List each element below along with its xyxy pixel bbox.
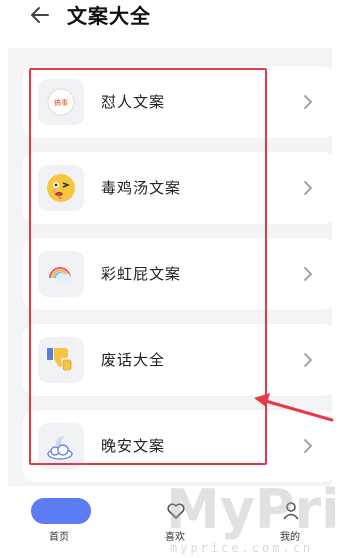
chevron-right-icon bbox=[304, 267, 312, 281]
watermark-logo: MyPrice bbox=[166, 478, 340, 541]
list-item-flattery[interactable]: 彩虹屁文案 bbox=[22, 238, 332, 310]
list-item-roast[interactable]: 搞事 怼人文案 bbox=[22, 66, 332, 138]
list-item-nonsense[interactable]: 废话大全 bbox=[22, 324, 332, 396]
page-title: 文案大全 bbox=[67, 4, 151, 28]
rainbow-cloud-icon bbox=[38, 251, 84, 297]
arrow-left-icon[interactable] bbox=[28, 3, 52, 27]
list-item-label: 毒鸡汤文案 bbox=[101, 179, 182, 197]
annotation-arrow-icon bbox=[254, 393, 334, 422]
dizzy-face-icon bbox=[38, 165, 84, 211]
chevron-right-icon bbox=[304, 353, 312, 367]
list-item-label: 废话大全 bbox=[101, 351, 166, 369]
watermark-url: myprice.com.cn bbox=[170, 541, 314, 555]
app-header: 文案大全 bbox=[0, 0, 340, 36]
stamp-icon: 搞事 bbox=[38, 79, 84, 125]
tab-home[interactable] bbox=[31, 498, 91, 524]
list-item-label: 彩虹屁文案 bbox=[101, 265, 182, 283]
moon-cloud-icon bbox=[38, 423, 84, 469]
list-item-poison-soup[interactable]: 毒鸡汤文案 bbox=[22, 152, 332, 224]
list-item-label: 晚安文案 bbox=[101, 437, 166, 455]
chevron-right-icon bbox=[304, 439, 312, 453]
stamp-icon-text: 搞事 bbox=[54, 98, 68, 107]
chevron-right-icon bbox=[304, 95, 312, 109]
list-item-label: 怼人文案 bbox=[101, 93, 166, 111]
thumbs-down-icon bbox=[38, 337, 84, 383]
tab-home-label: 首页 bbox=[49, 532, 69, 543]
chevron-right-icon bbox=[304, 181, 312, 195]
